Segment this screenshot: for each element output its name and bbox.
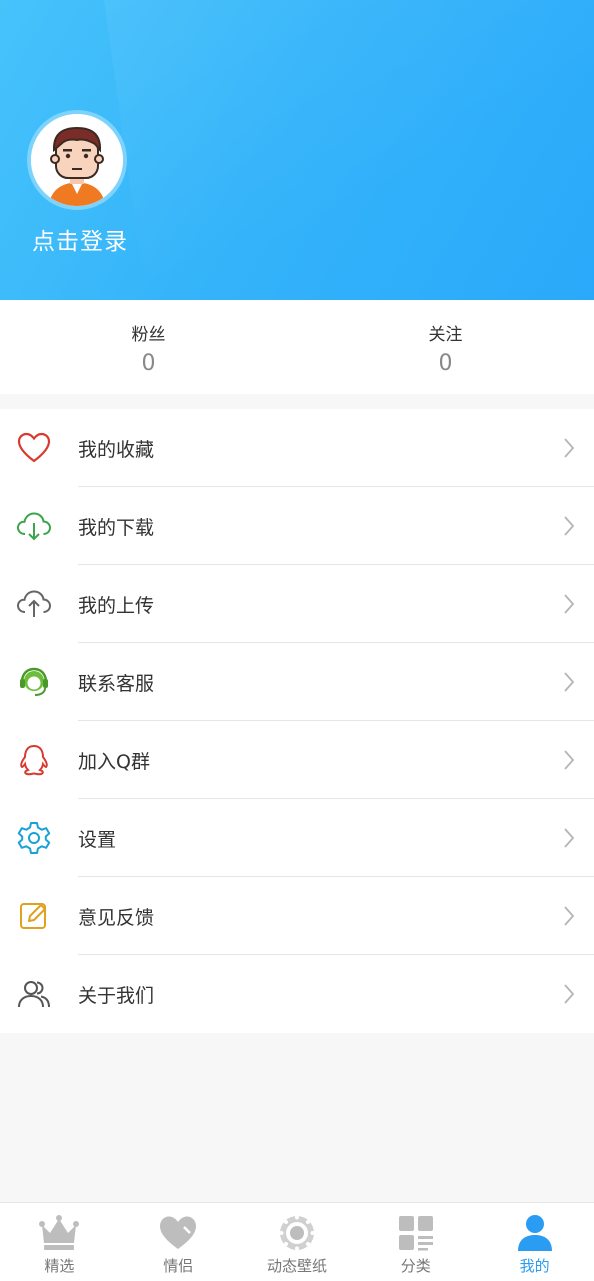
- heart-filled-icon: [158, 1213, 198, 1253]
- menu-item-favorites[interactable]: 我的收藏: [0, 409, 594, 487]
- stat-followers[interactable]: 粉丝 0: [0, 300, 297, 394]
- chevron-right-icon: [562, 748, 576, 772]
- tab-category[interactable]: 分类: [356, 1203, 475, 1281]
- menu-item-feedback[interactable]: 意见反馈: [0, 877, 594, 955]
- stat-value: 0: [438, 351, 453, 376]
- tab-featured[interactable]: 精选: [0, 1203, 119, 1281]
- grid-icon: [396, 1213, 436, 1253]
- user-icon: [515, 1213, 555, 1253]
- heart-icon: [16, 430, 52, 466]
- stat-label: 粉丝: [131, 325, 166, 345]
- stat-value: 0: [141, 351, 156, 376]
- menu-item-uploads[interactable]: 我的上传: [0, 565, 594, 643]
- qq-icon: [16, 742, 52, 778]
- headset-icon: [16, 664, 52, 700]
- chevron-right-icon: [562, 982, 576, 1006]
- gear-icon: [16, 820, 52, 856]
- menu-item-settings[interactable]: 设置: [0, 799, 594, 877]
- menu-label: 意见反馈: [78, 907, 155, 929]
- menu-item-customer-service[interactable]: 联系客服: [0, 643, 594, 721]
- stat-following[interactable]: 关注 0: [297, 300, 594, 394]
- tab-label: 情侣: [163, 1257, 194, 1275]
- menu-item-qq-group[interactable]: 加入Q群: [0, 721, 594, 799]
- menu-label: 设置: [78, 829, 117, 851]
- tab-label: 精选: [44, 1257, 75, 1275]
- tab-label: 我的: [519, 1257, 550, 1275]
- film-reel-icon: [277, 1213, 317, 1253]
- avatar[interactable]: [31, 114, 123, 206]
- profile-header: 点击登录: [0, 0, 594, 300]
- menu-label: 加入Q群: [78, 751, 150, 773]
- tab-couples[interactable]: 情侣: [119, 1203, 238, 1281]
- chevron-right-icon: [562, 592, 576, 616]
- menu-label: 我的收藏: [78, 439, 155, 461]
- menu-label: 我的下载: [78, 517, 155, 539]
- chevron-right-icon: [562, 436, 576, 460]
- menu-item-downloads[interactable]: 我的下载: [0, 487, 594, 565]
- chevron-right-icon: [562, 826, 576, 850]
- tab-mine[interactable]: 我的: [475, 1203, 594, 1281]
- header-decoration: [102, 0, 594, 288]
- menu-item-about[interactable]: 关于我们: [0, 955, 594, 1033]
- chevron-right-icon: [562, 514, 576, 538]
- menu-label: 关于我们: [78, 985, 155, 1007]
- tab-live-wallpaper[interactable]: 动态壁纸: [238, 1203, 357, 1281]
- stats-bar: 粉丝 0 关注 0: [0, 300, 594, 394]
- cloud-upload-icon: [16, 586, 52, 622]
- cloud-download-icon: [16, 508, 52, 544]
- tab-label: 分类: [400, 1257, 431, 1275]
- users-icon: [16, 976, 52, 1012]
- menu-label: 联系客服: [78, 673, 155, 695]
- avatar-illustration: [31, 114, 123, 206]
- stat-label: 关注: [428, 325, 463, 345]
- crown-icon: [39, 1213, 80, 1253]
- chevron-right-icon: [562, 904, 576, 928]
- login-link[interactable]: 点击登录: [32, 222, 128, 256]
- bottom-tab-bar: 精选 情侣 动态壁纸 分类 我的: [0, 1202, 594, 1281]
- edit-icon: [16, 898, 52, 934]
- chevron-right-icon: [562, 670, 576, 694]
- tab-label: 动态壁纸: [266, 1257, 327, 1275]
- menu-list: 我的收藏 我的下载 我的上传 联系客服 加入Q群 设置 意见反馈 关于我们: [0, 409, 594, 1033]
- menu-label: 我的上传: [78, 595, 155, 617]
